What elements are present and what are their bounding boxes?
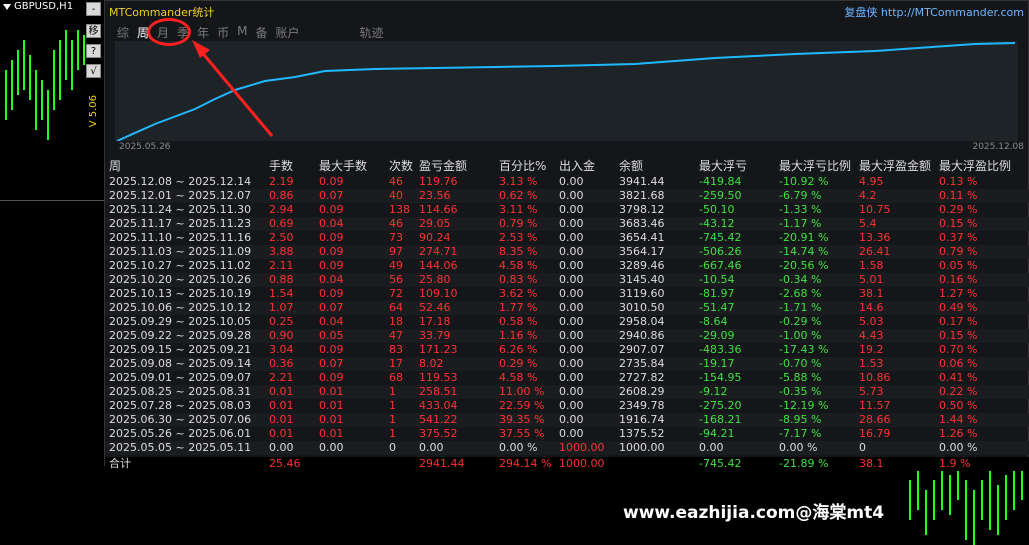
annotation-arrow-icon	[192, 40, 274, 137]
watermark: www.eazhijia.com@海棠mt4	[623, 503, 885, 523]
